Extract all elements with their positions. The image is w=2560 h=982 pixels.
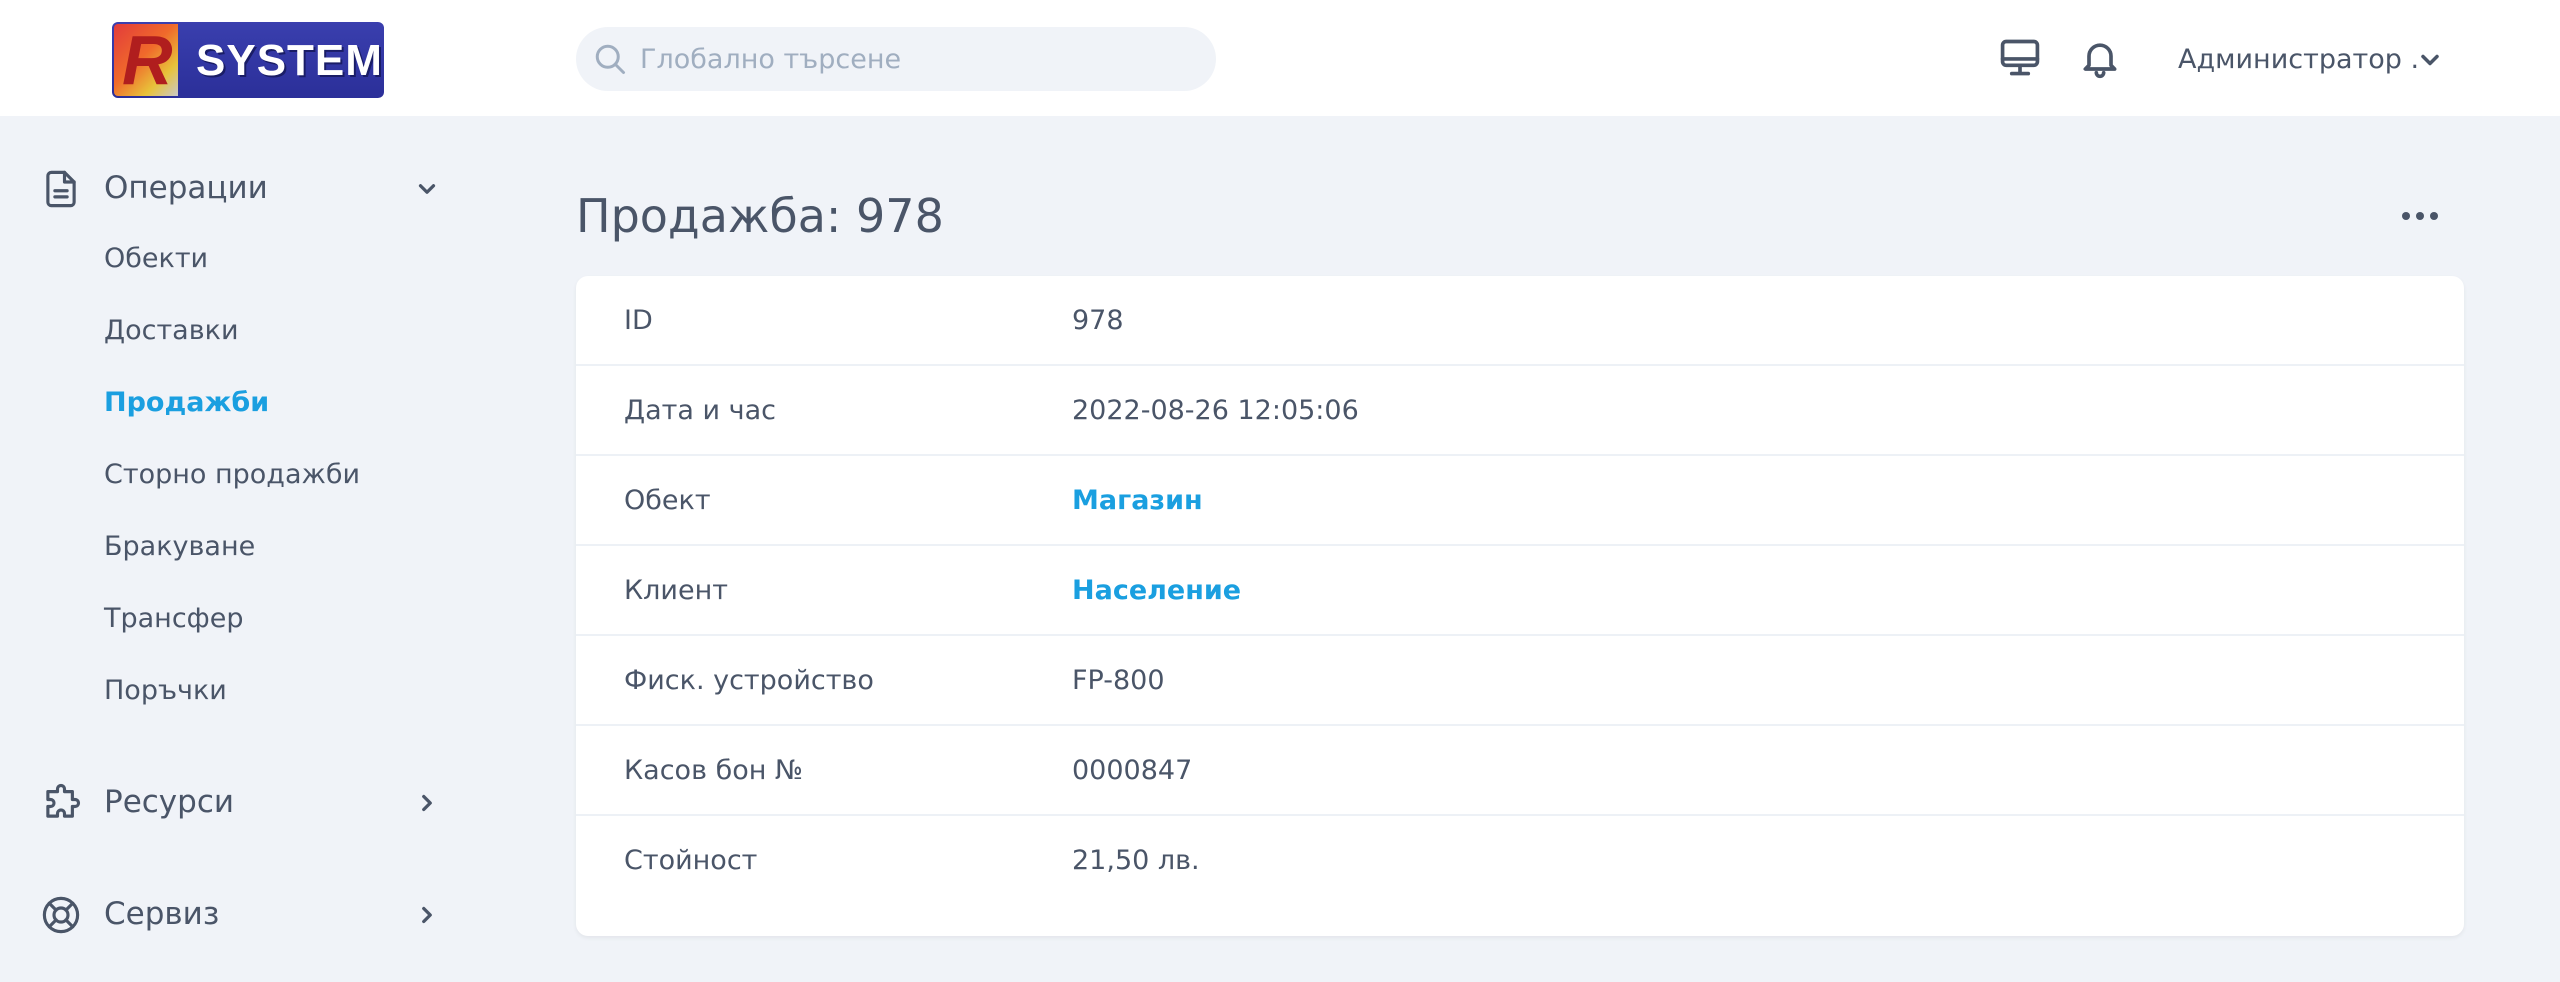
- detail-row-datetime: Дата и час 2022-08-26 12:05:06: [576, 366, 2464, 456]
- detail-value: FP-800: [1072, 665, 1165, 696]
- sidebar-item-transfer[interactable]: Трансфер: [104, 597, 244, 641]
- user-menu[interactable]: Администратор .: [2178, 38, 2419, 82]
- detail-label: Касов бон №: [624, 755, 804, 786]
- detail-label: Дата и час: [624, 395, 776, 426]
- lifebuoy-icon: [42, 896, 80, 934]
- sidebar-group-label: Операции: [104, 170, 268, 206]
- page-title: Продажба: 978: [576, 189, 944, 243]
- detail-value: 978: [1072, 305, 1124, 336]
- detail-row-object: Обект Магазин: [576, 456, 2464, 546]
- sidebar-item-objects[interactable]: Обекти: [104, 237, 208, 281]
- sidebar-item-sales[interactable]: Продажби: [104, 381, 269, 425]
- top-bar: R SYSTEM Администратор .: [0, 0, 2560, 116]
- sidebar-item-orders[interactable]: Поръчки: [104, 669, 227, 713]
- sidebar-group-service[interactable]: Сервиз: [40, 884, 460, 944]
- detail-value: 0000847: [1072, 755, 1193, 786]
- detail-label: Фиск. устройство: [624, 665, 874, 696]
- chevron-down-icon[interactable]: [2416, 46, 2444, 74]
- monitor-icon[interactable]: [1998, 36, 2042, 80]
- chevron-right-icon: [422, 794, 432, 812]
- detail-label: Стойност: [624, 845, 758, 876]
- chevron-down-icon: [418, 184, 436, 194]
- detail-label: Обект: [624, 485, 711, 516]
- puzzle-icon: [46, 783, 81, 818]
- document-icon: [46, 170, 76, 208]
- bell-icon[interactable]: [2078, 36, 2122, 80]
- detail-label: Клиент: [624, 575, 728, 606]
- sidebar-group-operations[interactable]: Операции: [40, 158, 460, 218]
- detail-row-client: Клиент Население: [576, 546, 2464, 636]
- detail-row-receipt-number: Касов бон № 0000847: [576, 726, 2464, 816]
- sidebar-item-deliveries[interactable]: Доставки: [104, 309, 239, 353]
- app-logo[interactable]: R SYSTEM: [112, 22, 384, 98]
- chevron-right-icon: [422, 906, 432, 924]
- detail-row-id: ID 978: [576, 276, 2464, 366]
- sale-details-card: ID 978 Дата и час 2022-08-26 12:05:06 Об…: [576, 276, 2464, 936]
- search-icon: [595, 44, 625, 74]
- client-link[interactable]: Население: [1072, 546, 1241, 636]
- detail-value: 21,50 лв.: [1072, 845, 1200, 876]
- detail-row-amount: Стойност 21,50 лв.: [576, 816, 2464, 936]
- detail-value: 2022-08-26 12:05:06: [1072, 395, 1359, 426]
- object-link[interactable]: Магазин: [1072, 456, 1203, 546]
- sidebar-item-sales-reversals[interactable]: Сторно продажби: [104, 453, 360, 497]
- sidebar-group-label: Сервиз: [104, 896, 220, 932]
- global-search[interactable]: [576, 27, 1216, 91]
- logo-text: SYSTEM: [196, 36, 383, 85]
- sidebar-group-resources[interactable]: Ресурси: [40, 772, 460, 832]
- detail-label: ID: [624, 305, 653, 336]
- more-options-icon[interactable]: [2400, 200, 2440, 232]
- sidebar-item-scrapping[interactable]: Бракуване: [104, 525, 255, 569]
- search-input[interactable]: [640, 27, 1200, 91]
- sidebar-group-label: Ресурси: [104, 784, 235, 820]
- logo-letter: R: [122, 22, 173, 98]
- detail-row-fiscal-device: Фиск. устройство FP-800: [576, 636, 2464, 726]
